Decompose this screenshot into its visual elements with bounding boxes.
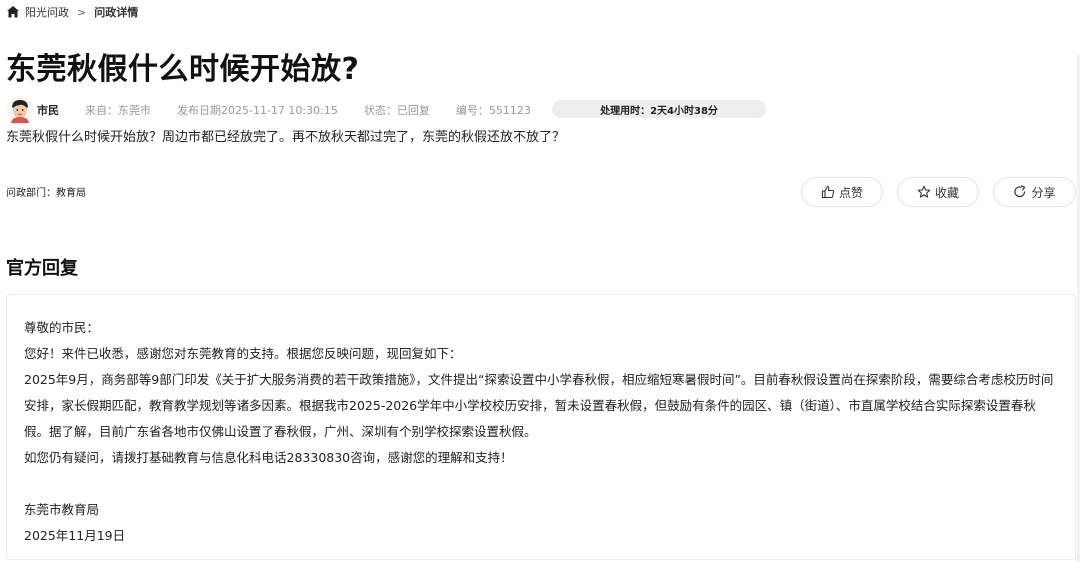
- official-reply-card: 尊敬的市民： 您好！来件已收悉，感谢您对东莞教育的支持。根据您反映问题，现回复如…: [6, 294, 1076, 560]
- star-icon: [917, 185, 931, 198]
- question-number: 编号：551123: [455, 104, 531, 117]
- question-text: 东莞秋假什么时候开始放？周边市都已经放完了。再不放秋天都过完了，东莞的秋假还放不…: [6, 130, 566, 145]
- favorite-button[interactable]: 收藏: [897, 177, 979, 207]
- user-name: 市民: [37, 104, 59, 117]
- breadcrumb: 阳光问政 > 问政详情: [6, 4, 138, 20]
- breadcrumb-root-link[interactable]: 阳光问政: [25, 4, 69, 20]
- like-button[interactable]: 点赞: [801, 177, 883, 207]
- breadcrumb-current: 问政详情: [94, 6, 139, 19]
- breadcrumb-separator: >: [77, 5, 87, 19]
- share-icon: [1014, 185, 1026, 198]
- reply-intro: 您好！来件已收悉，感谢您对东莞教育的支持。根据您反映问题，现回复如下：: [24, 346, 462, 361]
- like-label: 点赞: [838, 185, 863, 200]
- favorite-label: 收藏: [934, 185, 959, 200]
- reply-signature: 东莞市教育局: [24, 502, 100, 517]
- reply-paragraph: 2025年9月，商务部等9部门印发《关于扩大服务消费的若干政策措施》，文件提出“…: [24, 372, 1054, 439]
- publish-date: 发布日期2025-11-17 10:30:15: [177, 104, 338, 117]
- department-label: 问政部门：教育局: [6, 188, 86, 199]
- page-title: 东莞秋假什么时候开始放?: [6, 52, 360, 87]
- question-meta: 市民 来自：东莞市 发布日期2025-11-17 10:30:15 状态：已回复…: [6, 96, 766, 124]
- share-button[interactable]: 分享: [993, 177, 1076, 207]
- processing-time-badge: 处理用时：2天4小时38分: [552, 100, 766, 118]
- official-reply-heading: 官方回复: [6, 258, 78, 279]
- source-label: 来自：东莞市: [85, 104, 151, 117]
- reply-body: 尊敬的市民： 您好！来件已收悉，感谢您对东莞教育的支持。根据您反映问题，现回复如…: [24, 315, 1059, 549]
- thumbs-up-icon: [821, 185, 835, 199]
- status-label: 状态：已回复: [363, 104, 430, 117]
- reply-date: 2025年11月19日: [24, 528, 126, 543]
- reply-spacer: [24, 471, 1059, 497]
- avatar[interactable]: [6, 96, 34, 124]
- reply-salutation: 尊敬的市民：: [24, 320, 100, 335]
- share-label: 分享: [1031, 185, 1056, 200]
- reply-contact-paragraph: 如您仍有疑问，请拨打基础教育与信息化科电话28330830咨询，感谢您的理解和支…: [24, 450, 513, 465]
- home-icon[interactable]: [6, 5, 20, 19]
